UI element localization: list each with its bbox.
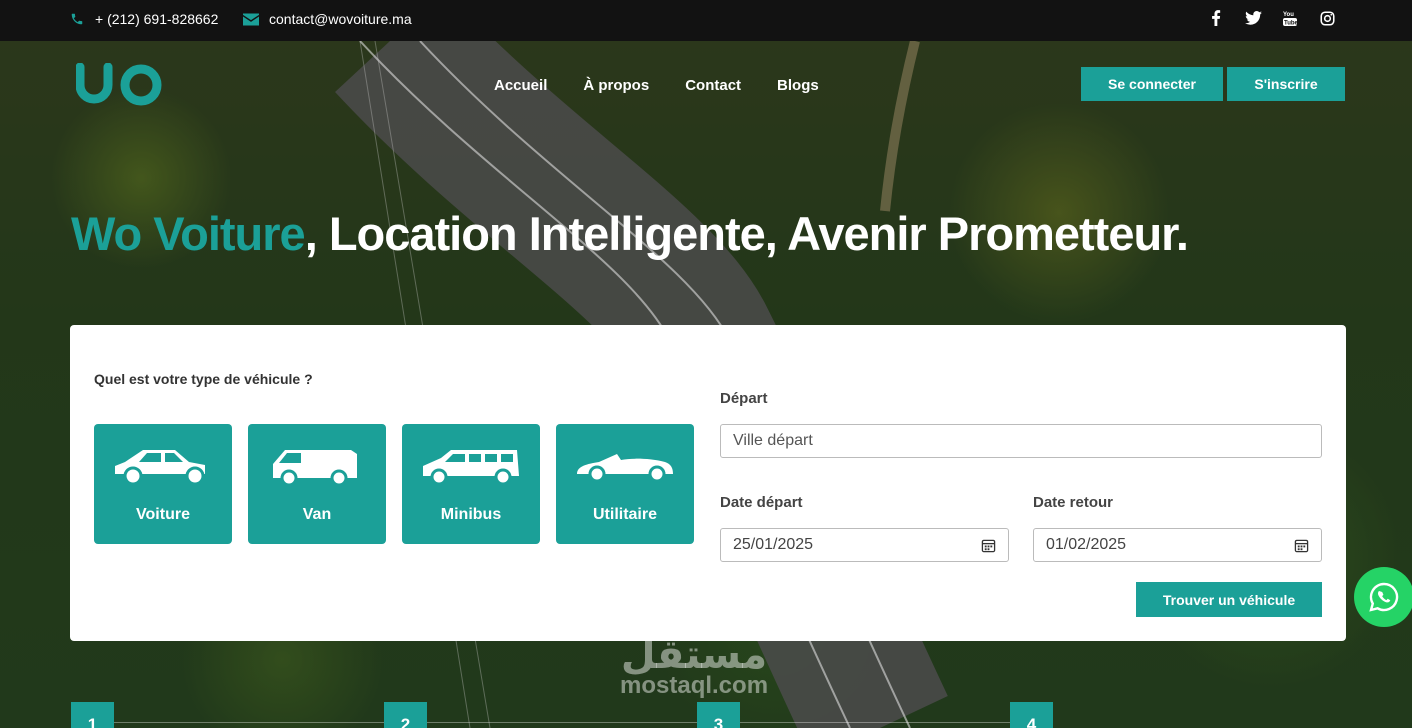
vehicle-type-utilitaire[interactable]: Utilitaire (556, 424, 694, 544)
vehicle-type-options: Voiture Van Minibus Utilitaire (94, 424, 694, 544)
facebook-icon[interactable] (1207, 9, 1225, 27)
departure-label: Départ (720, 390, 768, 407)
main-nav: Accueil À propos Contact Blogs (494, 77, 819, 94)
site-logo[interactable] (75, 62, 166, 112)
step-4: 4 (1010, 702, 1053, 728)
date-retour-value: 01/02/2025 (1046, 536, 1127, 553)
email-contact[interactable]: contact@wovoiture.ma (243, 11, 412, 27)
svg-text:You: You (1283, 12, 1294, 18)
watermark: مستقل mostaql.com (620, 632, 768, 700)
step-3: 3 (697, 702, 740, 728)
signup-button[interactable]: S'inscrire (1227, 67, 1345, 101)
phone-icon (69, 11, 85, 27)
whatsapp-chat-button[interactable] (1354, 567, 1412, 627)
watermark-latin: mostaql.com (620, 672, 769, 699)
step-divider (114, 722, 384, 723)
phone-number: + (212) 691-828662 (95, 11, 219, 27)
vehicle-label-minibus: Minibus (440, 506, 502, 523)
date-depart-label: Date départ (720, 494, 803, 511)
svg-text:Tube: Tube (1284, 20, 1297, 26)
calendar-icon[interactable] (981, 538, 996, 553)
hero-brand: Wo Voiture (71, 207, 306, 260)
envelope-icon (243, 11, 259, 27)
hero-headline: Wo Voiture, Location Intelligente, Aveni… (71, 206, 1189, 261)
date-depart-input[interactable]: 25/01/2025 (720, 528, 1009, 562)
youtube-icon[interactable]: You Tube (1281, 9, 1299, 27)
date-retour-label: Date retour (1033, 494, 1114, 511)
social-links: You Tube (1207, 9, 1336, 27)
step-2: 2 (384, 702, 427, 728)
calendar-icon[interactable] (1294, 538, 1309, 553)
twitter-icon[interactable] (1244, 9, 1262, 27)
hero-section: Accueil À propos Contact Blogs Se connec… (0, 41, 1412, 728)
van-icon (273, 450, 357, 486)
nav-contact[interactable]: Contact (685, 77, 741, 94)
email-address: contact@wovoiture.ma (269, 11, 412, 27)
sports-car-icon (577, 454, 673, 483)
vehicle-type-minibus[interactable]: Minibus (402, 424, 540, 544)
car-icon (115, 450, 205, 486)
departure-city-input[interactable]: Ville départ (720, 424, 1322, 458)
vehicle-type-voiture[interactable]: Voiture (94, 424, 232, 544)
date-retour-input[interactable]: 01/02/2025 (1033, 528, 1322, 562)
phone-contact[interactable]: + (212) 691-828662 (69, 11, 218, 27)
nav-accueil[interactable]: Accueil (494, 77, 547, 94)
departure-city-placeholder: Ville départ (733, 432, 813, 449)
top-contact-bar: + (212) 691-828662 contact@wovoiture.ma … (0, 0, 1412, 41)
step-divider (740, 722, 1010, 723)
step-1: 1 (71, 702, 114, 728)
nav-blogs[interactable]: Blogs (777, 77, 819, 94)
search-card: Quel est votre type de véhicule ? Voitur… (70, 325, 1346, 641)
step-divider (427, 722, 697, 723)
minibus-icon (423, 450, 519, 486)
date-depart-value: 25/01/2025 (733, 536, 814, 553)
vehicle-label-van: Van (302, 506, 332, 523)
login-button[interactable]: Se connecter (1081, 67, 1223, 101)
vehicle-label-utilitaire: Utilitaire (592, 506, 657, 523)
nav-a-propos[interactable]: À propos (583, 77, 649, 94)
hero-tagline: , Location Intelligente, Avenir Promette… (304, 207, 1189, 260)
vehicle-type-question: Quel est votre type de véhicule ? (94, 371, 313, 387)
find-vehicle-button[interactable]: Trouver un véhicule (1136, 582, 1322, 617)
vehicle-type-van[interactable]: Van (248, 424, 386, 544)
vehicle-label-voiture: Voiture (136, 506, 190, 523)
instagram-icon[interactable] (1318, 9, 1336, 27)
whatsapp-icon (1369, 582, 1399, 612)
